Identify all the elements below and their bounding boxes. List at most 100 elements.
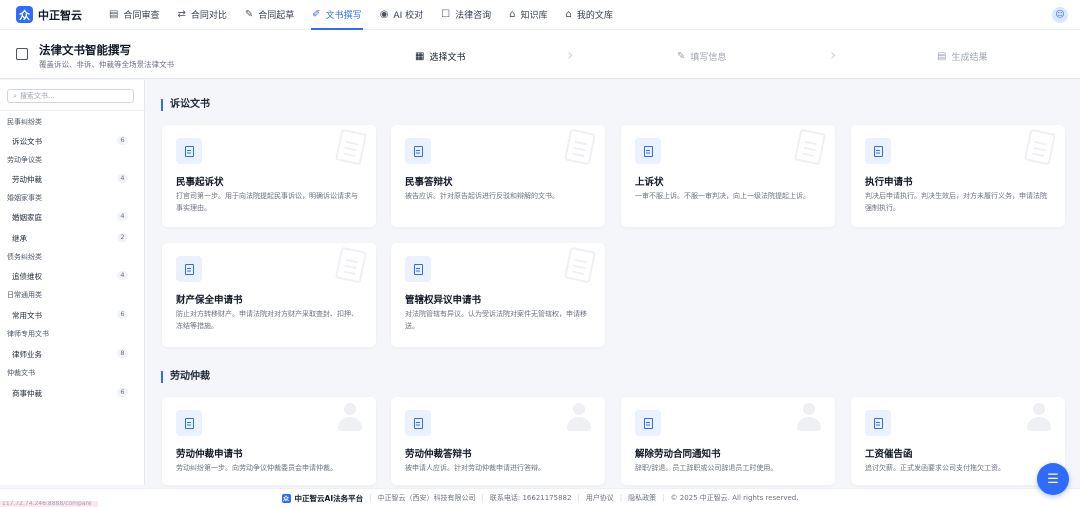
doc-card[interactable]: 工资催告函 追讨欠薪。正式发函要求公司支付拖欠工资。 [851, 397, 1065, 485]
divider [0, 110, 145, 111]
top-nav: 众 中正智云 ▤ 合同审查 ⇄ 合同对比 ✎ 合同起草 ✐ 文书撰写 ◉ AI 校对 ☐ 法… [0, 0, 1080, 30]
footer-phone: 联系电话: 16621175882 [489, 494, 572, 502]
check-circle-icon: ◉ [379, 9, 389, 20]
sidebar-item-marriage[interactable]: 婚姻家庭 4 [0, 208, 145, 226]
nav-label: 合同审查 [123, 11, 160, 21]
person-watermark-icon [795, 403, 823, 433]
card-title: 管辖权异议申请书 [405, 295, 482, 306]
card-title: 工资催告函 [865, 449, 913, 460]
nav-legal-consult[interactable]: ☐ 法律咨询 [432, 0, 500, 30]
document-icon [405, 410, 431, 436]
sidebar-item-label: 常用文书 [12, 311, 42, 320]
count-badge: 6 [117, 310, 128, 319]
card-desc: 防止对方转移财产。申请法院对对方财产采取查封、扣押、冻结等措施。 [176, 310, 358, 330]
step-generate-result[interactable]: ▤ 生成结果 [937, 50, 987, 63]
step-select-document[interactable]: ▦ 选择文书 [415, 50, 465, 63]
sidebar-item-lawyer-business[interactable]: 律师业务 8 [0, 345, 145, 363]
nav-label: 合同起草 [258, 11, 295, 21]
doc-card[interactable]: 劳动仲裁申请书 劳动纠纷第一步。向劳动争议仲裁委员会申请仲裁。 [162, 397, 376, 485]
sidebar-category: 民事纠纷类 [7, 118, 42, 126]
divider: | [577, 494, 580, 502]
person-watermark-icon [336, 403, 364, 433]
sidebar-item-litigation[interactable]: 诉讼文书 6 [0, 132, 145, 150]
card-title: 上诉状 [635, 177, 664, 188]
sidebar-category: 律师专用文书 [7, 330, 49, 338]
count-badge: 4 [117, 212, 128, 221]
document-icon [405, 138, 431, 164]
nav-contract-review[interactable]: ▤ 合同审查 [100, 0, 168, 30]
doc-card[interactable]: 解除劳动合同通知书 辞职/辞退。员工辞职或公司辞退员工时使用。 [621, 397, 835, 485]
document-watermark-icon [563, 246, 597, 284]
footer: 众 中正智云AI法务平台 | 中正智云（西安）科技有限公司 | 联系电话: 16… [0, 488, 1080, 507]
sidebar-item-debt[interactable]: 追债维权 4 [0, 267, 145, 285]
sidebar-category: 债务纠纷类 [7, 253, 42, 261]
pen-icon: ✐ [312, 9, 321, 20]
chat-icon: ☰ [1047, 471, 1059, 487]
card-desc: 一审不服上诉。不服一审判决，向上一级法院提起上诉。 [635, 192, 810, 200]
sidebar-category: 日常通用类 [7, 291, 42, 299]
sidebar-category: 劳动争议类 [7, 156, 42, 164]
footer-copyright: © 2025 中正智云. All rights reserved. [670, 494, 799, 502]
doc-card[interactable]: 劳动仲裁答辩书 被申请人应诉。针对劳动仲裁申请进行答辩。 [391, 397, 605, 485]
edit-icon: ✎ [677, 51, 686, 62]
page-header: 法律文书智能撰写 覆盖诉讼、非诉、仲裁等全场景法律文书 ▦ 选择文书 › ✎ 填… [0, 30, 1080, 79]
count-badge: 4 [117, 271, 128, 280]
card-desc: 打官司第一步。用于向法院提起民事诉讼，明确诉讼请求与事实理由。 [176, 192, 358, 212]
footer-brand-name: 中正智云AI法务平台 [294, 493, 364, 503]
card-title: 执行申请书 [865, 177, 913, 188]
doc-card[interactable]: 财产保全申请书 防止对方转移财产。申请法院对对方财产采取查封、扣押、冻结等措施。 [162, 243, 376, 347]
doc-card[interactable]: 民事答辩状 被告应诉。针对原告起诉进行反驳和辩解的文书。 [391, 125, 605, 227]
user-avatar[interactable]: ☺ [1052, 7, 1068, 23]
document-icon [16, 48, 28, 60]
sidebar-item-label: 商事仲裁 [12, 389, 42, 398]
sidebar-item-label: 追债维权 [12, 272, 42, 281]
card-desc: 被告应诉。针对原告起诉进行反驳和辩解的文书。 [405, 192, 559, 200]
sidebar-item-common-docs[interactable]: 常用文书 6 [0, 306, 145, 324]
chat-assistant-button[interactable]: ☰ [1037, 463, 1069, 495]
logo-icon: 众 [16, 6, 33, 23]
chat-icon: ☐ [441, 9, 451, 20]
page-title: 法律文书智能撰写 [39, 43, 131, 57]
nav-document-writing[interactable]: ✐ 文书撰写 [303, 0, 370, 30]
doc-card[interactable]: 管辖权异议申请书 对法院管辖有异议。认为受诉法院对案件无管辖权，申请移送。 [391, 243, 605, 347]
sidebar-item-inheritance[interactable]: 继承 2 [0, 229, 145, 247]
doc-card[interactable]: 执行申请书 判决后申请执行。判决生效后，对方未履行义务，申请法院强制执行。 [851, 125, 1065, 227]
count-badge: 6 [117, 136, 128, 145]
document-icon [635, 138, 661, 164]
card-title: 劳动仲裁答辩书 [405, 449, 472, 460]
sidebar-item-labor-arbitration[interactable]: 劳动仲裁 4 [0, 170, 145, 188]
document-icon: ▤ [109, 9, 119, 20]
swap-icon: ⇄ [177, 9, 186, 20]
document-icon [865, 138, 891, 164]
brand-logo[interactable]: 众 中正智云 [16, 6, 82, 23]
document-icon [176, 410, 202, 436]
search-input[interactable]: ⌕ 搜索文书... [7, 89, 134, 103]
count-badge: 8 [117, 349, 128, 358]
nav-label: 文书撰写 [325, 11, 362, 21]
count-badge: 2 [117, 233, 128, 242]
document-icon [176, 138, 202, 164]
doc-card[interactable]: 上诉状 一审不服上诉。不服一审判决，向上一级法院提起上诉。 [621, 125, 835, 227]
doc-card[interactable]: 民事起诉状 打官司第一步。用于向法院提起民事诉讼，明确诉讼请求与事实理由。 [162, 125, 376, 227]
nav-ai-proofread[interactable]: ◉ AI 校对 [371, 0, 432, 30]
sidebar-category: 仲裁文书 [7, 369, 35, 377]
edit-icon: ✎ [244, 9, 254, 20]
section-title-litigation: 诉讼文书 [161, 99, 210, 111]
document-watermark-icon [1023, 128, 1057, 166]
nav-label: 我的文库 [576, 11, 613, 21]
nav-knowledge-base[interactable]: ⌂ 知识库 [500, 0, 556, 30]
library-icon: ⌂ [509, 9, 516, 20]
person-watermark-icon [1025, 403, 1053, 433]
nav-contract-compare[interactable]: ⇄ 合同对比 [168, 0, 235, 30]
step-fill-info[interactable]: ✎ 填写信息 [677, 50, 726, 63]
nav-contract-draft[interactable]: ✎ 合同起草 [236, 0, 303, 30]
person-watermark-icon [565, 403, 593, 433]
sidebar-item-commercial-arbitration[interactable]: 商事仲裁 6 [0, 384, 145, 402]
footer-privacy-link[interactable]: 隐私政策 [628, 493, 656, 503]
document-icon [865, 410, 891, 436]
folder-icon: ⌂ [565, 9, 572, 20]
footer-company: 中正智云（西安）科技有限公司 [377, 494, 476, 502]
sidebar: ⌕ 搜索文书... 民事纠纷类 诉讼文书 6 劳动争议类 劳动仲裁 4 婚姻家事… [0, 80, 145, 485]
nav-my-library[interactable]: ⌂ 我的文库 [556, 0, 621, 30]
footer-terms-link[interactable]: 用户协议 [586, 493, 614, 503]
